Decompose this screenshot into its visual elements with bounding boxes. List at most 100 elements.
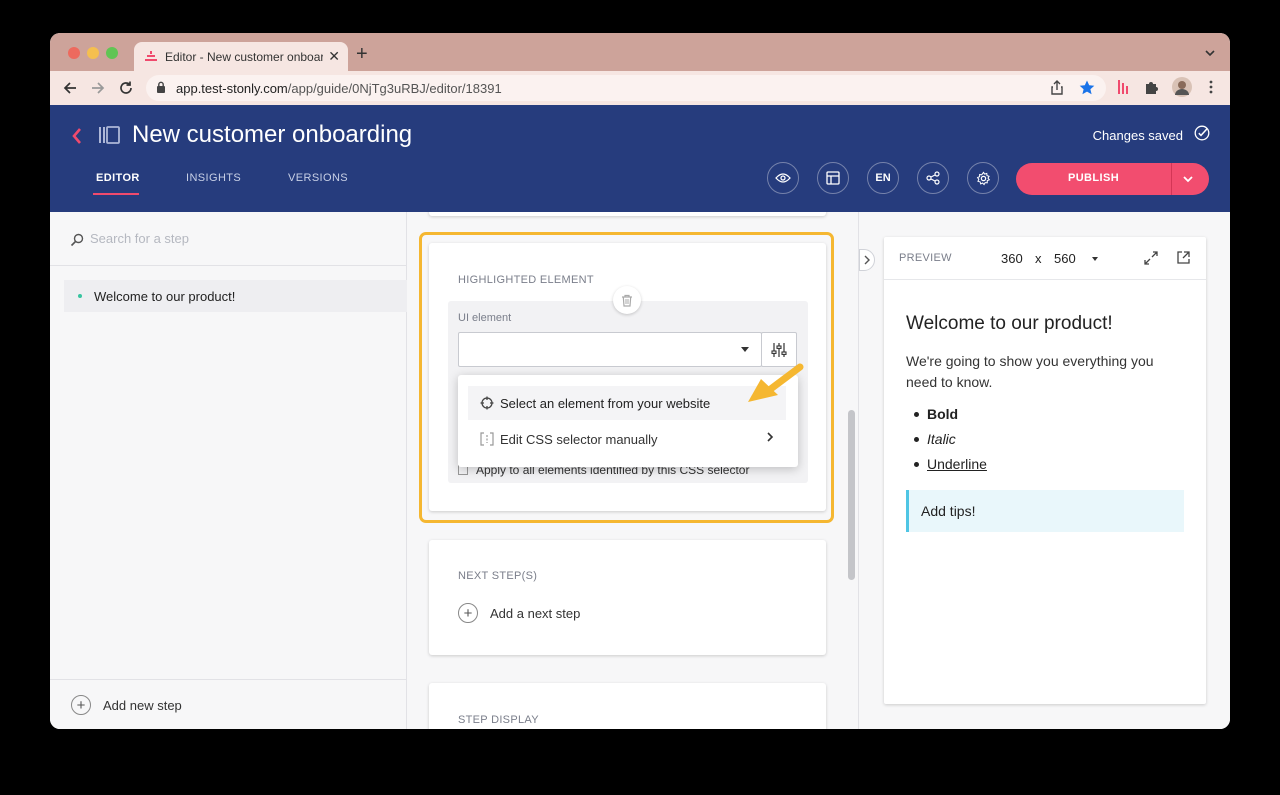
layout-button[interactable] [817, 162, 849, 194]
tab-insights[interactable]: INSIGHTS [186, 172, 241, 184]
editor-scrollbar[interactable] [848, 410, 855, 580]
reload-icon[interactable] [118, 80, 134, 96]
preview-toolbar: PREVIEW 360 x 560 [884, 237, 1206, 280]
chevron-right-icon [864, 255, 870, 265]
chevron-right-icon [767, 432, 774, 442]
url-path: /app/guide/0NjTg3uRBJ/editor/18391 [287, 81, 502, 96]
delete-button[interactable] [613, 286, 641, 314]
preview-width[interactable]: 360 [1001, 251, 1023, 266]
plus-circle-icon: + [458, 603, 478, 623]
preview-list-text: Underline [927, 456, 987, 472]
plus-circle-icon: + [71, 695, 91, 715]
eye-icon [775, 173, 791, 183]
minimize-window-button[interactable] [87, 47, 99, 59]
back-chevron-icon[interactable] [71, 127, 83, 145]
preview-height[interactable]: 560 [1054, 251, 1076, 266]
publish-divider [1171, 163, 1172, 195]
tab-versions[interactable]: VERSIONS [288, 172, 348, 184]
ui-element-label: UI element [458, 312, 512, 324]
tab-editor[interactable]: EDITOR [96, 172, 140, 184]
menu-item-edit-css[interactable]: Edit CSS selector manually [468, 422, 786, 456]
zoom-window-button[interactable] [106, 47, 118, 59]
css-bracket-icon [480, 432, 494, 446]
sliders-icon [771, 342, 787, 357]
trash-icon [622, 294, 632, 307]
tab-close-icon[interactable]: ✕ [328, 48, 340, 65]
step-display-card: STEP DISPLAY [429, 683, 826, 729]
add-new-step-label: Add new step [103, 698, 182, 713]
publish-options-chevron-icon[interactable] [1182, 174, 1194, 184]
saved-check-icon [1194, 125, 1210, 141]
bullet [914, 462, 919, 467]
steps-sidebar: Welcome to our product! + Add new step [50, 212, 407, 729]
preview-times: x [1035, 251, 1042, 266]
guide-book-icon [99, 126, 120, 144]
browser-tab-strip: Editor - New customer onboarding ✕ + [50, 33, 1230, 72]
app-header: New customer onboarding Changes saved ED… [50, 105, 1230, 212]
tab-title: Editor - New customer onboarding [165, 50, 323, 64]
preview-list-text: Italic [927, 431, 956, 447]
preview-tip-box: Add tips! [906, 490, 1184, 532]
preview-label: PREVIEW [899, 252, 952, 264]
select-caret-icon [741, 347, 749, 352]
open-external-icon[interactable] [1176, 250, 1191, 265]
browser-tab[interactable]: Editor - New customer onboarding ✕ [134, 42, 348, 72]
step-search [50, 212, 407, 266]
ui-element-select[interactable] [458, 332, 762, 367]
tab-search-chevron-icon[interactable] [1204, 49, 1216, 57]
gear-icon [976, 171, 990, 185]
menu-item-select-element[interactable]: Select an element from your website [468, 386, 786, 420]
preview-eye-button[interactable] [767, 162, 799, 194]
share-nodes-icon [926, 171, 940, 185]
bookmark-star-icon[interactable] [1078, 79, 1096, 97]
save-status: Changes saved [1092, 128, 1183, 143]
preview-list-text: Bold [927, 406, 959, 422]
share-icon[interactable] [1048, 79, 1066, 97]
next-steps-card: NEXT STEP(S) + Add a next step [429, 540, 826, 655]
step-status-dot [78, 294, 82, 298]
add-new-step-button[interactable]: + Add new step [50, 679, 407, 729]
extensions-puzzle-icon[interactable] [1143, 78, 1161, 96]
language-button[interactable]: EN [867, 162, 899, 194]
settings-button[interactable] [967, 162, 999, 194]
address-bar[interactable]: app.test-stonly.com/app/guide/0NjTg3uRBJ… [146, 75, 1106, 101]
url-text: app.test-stonly.com/app/guide/0NjTg3uRBJ… [176, 81, 502, 96]
lock-icon [157, 81, 165, 93]
page-title: New customer onboarding [132, 121, 413, 148]
preview-card: PREVIEW 360 x 560 Welcome to our product… [884, 237, 1206, 704]
close-window-button[interactable] [68, 47, 80, 59]
publish-button[interactable]: PUBLISH [1016, 172, 1171, 184]
next-steps-title: NEXT STEP(S) [458, 570, 538, 582]
share-button[interactable] [917, 162, 949, 194]
stonly-extension-icon[interactable] [1115, 78, 1133, 96]
bullet [914, 412, 919, 417]
browser-menu-icon[interactable] [1202, 78, 1220, 96]
layout-icon [826, 171, 840, 185]
back-arrow-icon[interactable] [62, 80, 78, 96]
step-editor-panel: HIGHLIGHTED ELEMENT UI element Apply to … [407, 212, 859, 729]
preview-step-title: Welcome to our product! [906, 313, 1113, 334]
crosshair-icon [480, 396, 494, 410]
stonly-favicon-icon [145, 51, 157, 61]
collapse-preview-button[interactable] [859, 249, 875, 271]
browser-window: Editor - New customer onboarding ✕ + app… [50, 33, 1230, 729]
preview-panel: PREVIEW 360 x 560 Welcome to our product… [859, 212, 1230, 729]
menu-item-label: Edit CSS selector manually [500, 432, 658, 447]
step-label: Welcome to our product! [94, 289, 236, 304]
highlighted-element-title: HIGHLIGHTED ELEMENT [458, 274, 594, 286]
annotation-arrow-icon [748, 363, 804, 402]
size-dropdown-caret-icon[interactable] [1092, 257, 1098, 261]
preview-tip-text: Add tips! [921, 503, 976, 519]
active-tab-indicator [93, 193, 139, 195]
profile-avatar[interactable] [1172, 77, 1192, 97]
forward-arrow-icon[interactable] [90, 80, 106, 96]
new-tab-button[interactable]: + [356, 44, 368, 64]
menu-item-label: Select an element from your website [500, 396, 711, 411]
step-search-input[interactable] [90, 231, 370, 246]
step-list-item[interactable]: Welcome to our product! [64, 280, 407, 312]
expand-icon[interactable] [1144, 251, 1158, 265]
preview-step-body: We're going to show you everything you n… [906, 353, 1154, 390]
step-display-title: STEP DISPLAY [458, 714, 539, 726]
add-next-step-label: Add a next step [490, 606, 581, 621]
bullet [914, 437, 919, 442]
